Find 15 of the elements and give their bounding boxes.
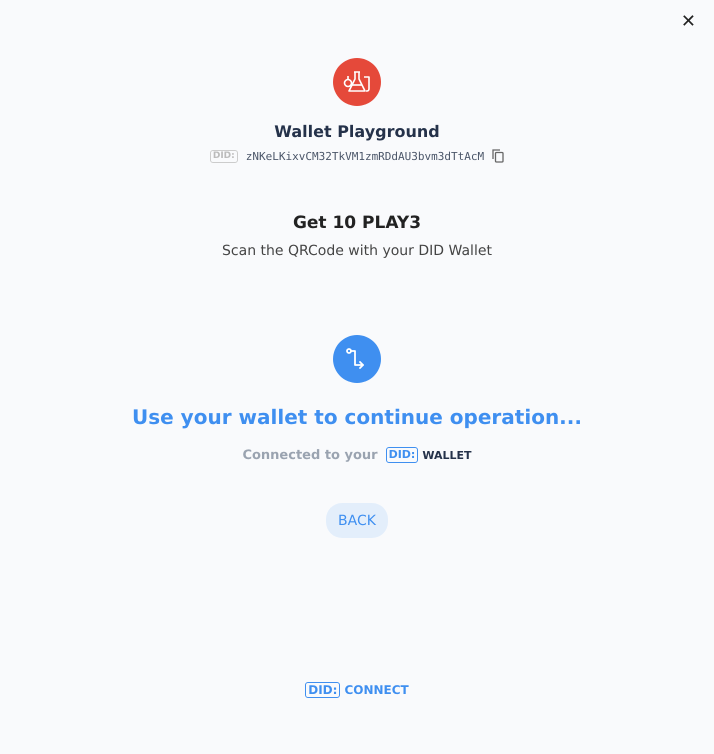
app-name: Wallet Playground xyxy=(274,122,440,141)
connected-text: Connected to your xyxy=(242,448,378,462)
route-icon xyxy=(333,335,381,383)
flask-icon xyxy=(333,58,381,106)
did-badge: DID: xyxy=(210,150,238,162)
connect-label: CONNECT xyxy=(344,683,409,697)
did-badge: DID: xyxy=(386,447,418,463)
did-address: zNKeLKixvCM32TkVM1zmRDdAU3bvm3dTtAcM xyxy=(246,150,484,162)
did-badge: DID: xyxy=(305,682,340,698)
request-title: Get 10 PLAY3 xyxy=(292,213,422,233)
request-subtitle: Scan the QRCode with your DID Wallet xyxy=(222,243,492,259)
status-heading: Use your wallet to continue operation... xyxy=(132,405,582,429)
close-button[interactable]: ✕ xyxy=(676,10,700,34)
wallet-label: WALLET xyxy=(422,448,472,462)
copy-icon[interactable] xyxy=(492,149,504,163)
